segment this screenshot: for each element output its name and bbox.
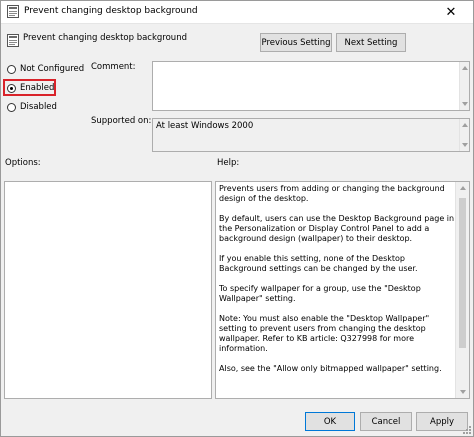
- close-icon: ✕: [445, 4, 457, 20]
- help-paragraph: By default, users can use the Desktop Ba…: [219, 214, 455, 243]
- scroll-down-icon[interactable]: [460, 390, 466, 394]
- policy-dialog: Prevent changing desktop background ✕ Pr…: [0, 0, 474, 437]
- supported-on-field: At least Windows 2000: [152, 118, 470, 152]
- close-button[interactable]: ✕: [429, 1, 473, 23]
- apply-button[interactable]: Apply: [416, 412, 468, 431]
- radio-label: Not Configured: [20, 64, 85, 74]
- radio-label: Disabled: [20, 102, 57, 112]
- radio-label: Enabled: [20, 83, 55, 93]
- help-paragraph: Note: You must also enable the "Desktop …: [219, 314, 430, 353]
- cancel-button[interactable]: Cancel: [360, 412, 412, 431]
- supported-on-label: Supported on:: [91, 116, 152, 126]
- radio-circle[interactable]: [7, 64, 16, 74]
- supported-scrollbar[interactable]: [459, 119, 469, 151]
- radio-not-configured[interactable]: Not Configured: [7, 62, 84, 76]
- scroll-up-icon[interactable]: [460, 186, 466, 190]
- options-panel: [4, 181, 212, 399]
- previous-setting-button[interactable]: Previous Setting: [260, 33, 332, 52]
- supported-on-value: At least Windows 2000: [156, 121, 254, 131]
- ok-button[interactable]: OK: [305, 412, 355, 431]
- comment-scrollbar[interactable]: [459, 62, 469, 110]
- policy-name: Prevent changing desktop background: [23, 33, 187, 43]
- comment-field[interactable]: [152, 61, 470, 111]
- title-bar[interactable]: Prevent changing desktop background ✕: [1, 1, 473, 24]
- scroll-down-icon[interactable]: [462, 143, 468, 147]
- help-panel[interactable]: Prevents users from adding or changing t…: [215, 181, 470, 399]
- radio-enabled[interactable]: Enabled: [7, 81, 54, 95]
- options-label: Options:: [5, 158, 41, 168]
- policy-icon: [7, 5, 19, 18]
- scroll-up-icon[interactable]: [462, 66, 468, 70]
- help-paragraph: If you enable this setting, none of the …: [219, 254, 418, 273]
- window-title: Prevent changing desktop background: [24, 6, 198, 16]
- comment-label: Comment:: [91, 62, 136, 72]
- policy-setting-icon: [7, 34, 19, 47]
- resize-grip-icon[interactable]: [463, 426, 471, 434]
- help-label: Help:: [217, 158, 240, 168]
- radio-disabled[interactable]: Disabled: [7, 100, 57, 114]
- scroll-down-icon[interactable]: [462, 102, 468, 106]
- help-paragraph: Prevents users from adding or changing t…: [219, 184, 445, 203]
- help-text: Prevents users from adding or changing t…: [219, 184, 455, 384]
- next-setting-button[interactable]: Next Setting: [336, 33, 406, 52]
- help-paragraph: Also, see the "Allow only bitmapped wall…: [219, 364, 442, 373]
- help-paragraph: To specify wallpaper for a group, use th…: [219, 284, 421, 303]
- help-scrollbar[interactable]: [455, 182, 469, 398]
- scroll-up-icon[interactable]: [462, 123, 468, 127]
- radio-circle[interactable]: [7, 102, 16, 112]
- radio-circle-checked[interactable]: [7, 83, 16, 93]
- scrollbar-thumb[interactable]: [459, 198, 466, 348]
